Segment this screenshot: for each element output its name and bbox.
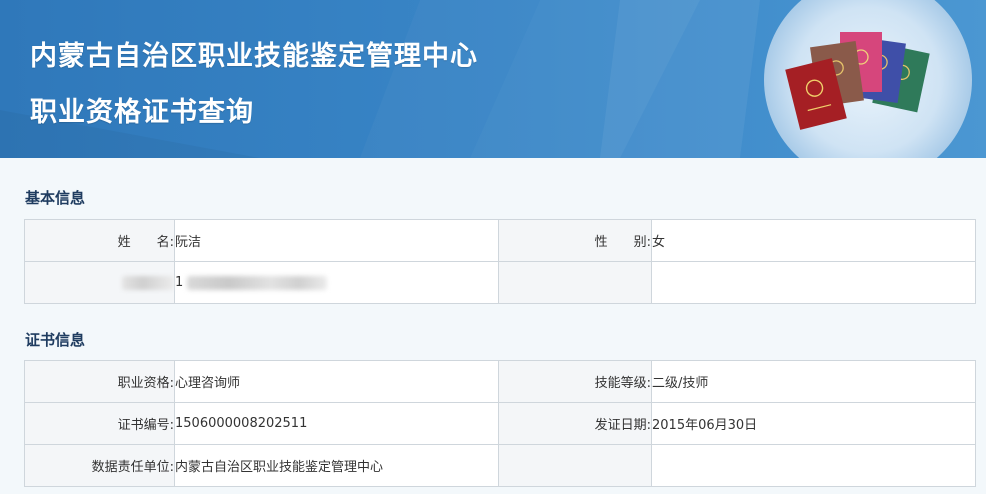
certificate-info-table: 职业资格: 心理咨询师 技能等级: 二级/技师 证书编号: 1506000008… — [24, 360, 976, 487]
table-row: 职业资格: 心理咨询师 技能等级: 二级/技师 — [24, 360, 976, 403]
table-row: 证书编号: 1506000008202511 发证日期: 2015年06月30日 — [24, 402, 976, 445]
qualification-label: 职业资格: — [24, 360, 175, 403]
certificate-books-illustration — [764, 0, 972, 158]
cert-number-label: 证书编号: — [24, 402, 175, 445]
table-row: 1 — [24, 261, 976, 304]
table-row: 姓 名: 阮洁 性 别: 女 — [24, 219, 976, 262]
redacted-id-value — [187, 275, 328, 290]
id-label-cell — [24, 261, 175, 304]
empty-label-cell — [498, 444, 652, 487]
header-banner: 内蒙古自治区职业技能鉴定管理中心 职业资格证书查询 — [0, 0, 986, 158]
empty-value-cell — [651, 444, 976, 487]
id-value-prefix: 1 — [175, 275, 184, 290]
responsible-unit-label: 数据责任单位: — [24, 444, 175, 487]
skill-level-value: 二级/技师 — [651, 360, 976, 403]
content-area: 基本信息 姓 名: 阮洁 性 别: 女 1 证书信息 职业资格: 心理咨询师 技… — [0, 158, 986, 494]
basic-info-section-title: 基本信息 — [25, 189, 86, 207]
qualification-value: 心理咨询师 — [174, 360, 499, 403]
certificate-info-section-title: 证书信息 — [25, 331, 86, 349]
certificate-query-page: 内蒙古自治区职业技能鉴定管理中心 职业资格证书查询 基本信息 姓 名: 阮洁 性… — [0, 0, 986, 494]
name-label: 姓 名: — [24, 219, 175, 262]
issue-date-label: 发证日期: — [498, 402, 652, 445]
empty-value-cell — [651, 261, 976, 304]
issue-date-value: 2015年06月30日 — [651, 402, 976, 445]
page-title: 职业资格证书查询 — [30, 97, 254, 128]
id-value-cell: 1 — [174, 261, 499, 304]
redacted-id-label — [122, 275, 174, 290]
empty-label-cell — [498, 261, 652, 304]
skill-level-label: 技能等级: — [498, 360, 652, 403]
basic-info-table: 姓 名: 阮洁 性 别: 女 1 — [24, 219, 976, 304]
table-row: 数据责任单位: 内蒙古自治区职业技能鉴定管理中心 — [24, 444, 976, 487]
org-title: 内蒙古自治区职业技能鉴定管理中心 — [30, 41, 478, 72]
gender-label: 性 别: — [498, 219, 652, 262]
responsible-unit-value: 内蒙古自治区职业技能鉴定管理中心 — [174, 444, 499, 487]
name-value: 阮洁 — [174, 219, 499, 262]
cert-number-value: 1506000008202511 — [174, 402, 499, 445]
gender-value: 女 — [651, 219, 976, 262]
